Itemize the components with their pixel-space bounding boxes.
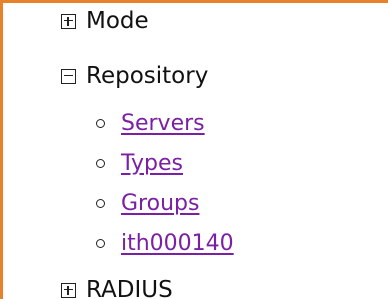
tree-child-groups: Groups <box>96 183 234 223</box>
circle-bullet-icon <box>96 118 105 128</box>
tree-node-radius[interactable]: RADIUS <box>61 276 173 299</box>
circle-bullet-icon <box>96 198 105 208</box>
tree-child-ith000140: ith000140 <box>96 223 234 263</box>
expand-plus-icon[interactable] <box>61 282 76 298</box>
collapse-minus-icon[interactable] <box>61 68 76 84</box>
circle-bullet-icon <box>96 238 105 248</box>
servers-link[interactable]: Servers <box>121 111 205 136</box>
tree-node-mode[interactable]: Mode <box>61 7 149 35</box>
groups-link[interactable]: Groups <box>121 191 199 216</box>
navigation-tree-panel: Mode Repository Servers Types Groups ith… <box>0 0 388 299</box>
tree-node-mode-label: Mode <box>86 8 149 34</box>
tree-node-radius-label: RADIUS <box>86 277 173 299</box>
tree-node-repository-label: Repository <box>86 63 209 89</box>
types-link[interactable]: Types <box>121 151 183 176</box>
repository-children-list: Servers Types Groups ith000140 <box>96 103 234 263</box>
tree-node-repository[interactable]: Repository <box>61 62 208 90</box>
tree-child-types: Types <box>96 143 234 183</box>
expand-plus-icon[interactable] <box>61 13 76 29</box>
ith000140-link[interactable]: ith000140 <box>121 231 234 256</box>
tree-child-servers: Servers <box>96 103 234 143</box>
circle-bullet-icon <box>96 158 105 168</box>
